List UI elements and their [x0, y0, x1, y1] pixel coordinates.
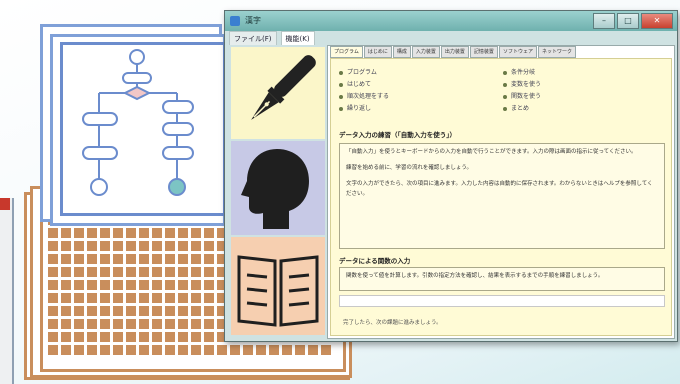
minimize-button[interactable]: – — [593, 13, 615, 29]
menu-function[interactable]: 機能(K) — [280, 31, 315, 45]
tab-structure[interactable]: 構成 — [392, 46, 411, 58]
tab-storage[interactable]: 記憶装置 — [469, 46, 498, 58]
option-item[interactable]: はじめて — [339, 79, 371, 88]
body-text: 文字の入力ができたら、次の項目に進みます。入力した内容は自動的に保存されます。わ… — [346, 181, 653, 197]
option-list: プログラム はじめて 順次処理をする 繰り返し 条件分岐 変数を使う 関数を使う… — [339, 67, 659, 115]
text-box: 関数を使って値を計算します。引数の指定方法を確認し、結果を表示するまでの手順を練… — [339, 267, 665, 291]
book-tile[interactable] — [231, 237, 325, 335]
app-icon — [230, 16, 240, 26]
head-silhouette-icon — [241, 149, 309, 229]
tab-software[interactable]: ソフトウェア — [498, 46, 537, 58]
head-tile[interactable] — [231, 141, 325, 235]
section-heading: データ入力の練習（「自動入力を使う」） — [339, 131, 456, 139]
background-window-edge — [0, 198, 14, 384]
option-item[interactable]: 条件分岐 — [503, 67, 535, 76]
pen-tile[interactable] — [231, 47, 325, 139]
body-text: 関数を使って値を計算します。引数の指定方法を確認し、結果を表示するまでの手順を練… — [346, 273, 604, 279]
content-area: プログラム はじめに 構成 入力装置 出力装置 記憶装置 ソフトウェア ネットワ… — [327, 45, 675, 339]
menu-bar: ファイル(F) 機能(K) — [229, 31, 315, 45]
window-controls: – □ ✕ — [593, 13, 673, 29]
option-item[interactable]: まとめ — [503, 103, 529, 112]
option-item[interactable]: 繰り返し — [339, 103, 371, 112]
body-text: 練習を始める前に、学習の流れを確認しましょう。 — [346, 165, 473, 171]
window-title: 漢字 — [245, 16, 261, 25]
option-item[interactable]: 順次処理をする — [339, 91, 389, 100]
maximize-button[interactable]: □ — [617, 13, 639, 29]
tab-strip: プログラム はじめに 構成 入力装置 出力装置 記憶装置 ソフトウェア ネットワ… — [328, 46, 674, 58]
lesson-panel: プログラム はじめて 順次処理をする 繰り返し 条件分岐 変数を使う 関数を使う… — [330, 58, 672, 336]
option-item[interactable]: 変数を使う — [503, 79, 541, 88]
app-window: 漢字 – □ ✕ ファイル(F) 機能(K) プログラム はじめに 構成 入力装… — [224, 10, 678, 342]
menu-file[interactable]: ファイル(F) — [229, 31, 277, 45]
title-bar[interactable]: 漢字 – □ ✕ — [225, 11, 677, 31]
section-heading: データによる関数の入力 — [339, 257, 411, 265]
option-item[interactable]: 関数を使う — [503, 91, 541, 100]
fountain-pen-icon — [251, 55, 316, 120]
flowchart-page — [60, 42, 226, 216]
answer-input[interactable] — [339, 295, 665, 307]
open-book-icon — [237, 255, 319, 327]
flowchart-icon — [82, 49, 194, 196]
side-panel — [231, 47, 325, 335]
tab-output[interactable]: 出力装置 — [440, 46, 469, 58]
tab-intro[interactable]: はじめに — [363, 46, 392, 58]
text-box: 「自動入力」を使うとキーボードからの入力を自動で行うことができます。入力の際は画… — [339, 143, 665, 249]
tab-network[interactable]: ネットワーク — [537, 46, 576, 58]
tab-program[interactable]: プログラム — [330, 46, 363, 58]
close-button[interactable]: ✕ — [641, 13, 673, 29]
close-icon — [0, 198, 10, 210]
body-text: 「自動入力」を使うとキーボードからの入力を自動で行うことができます。入力の際は画… — [346, 149, 637, 155]
option-item[interactable]: プログラム — [339, 67, 377, 76]
tab-input[interactable]: 入力装置 — [411, 46, 440, 58]
footer-text: 完了したら、次の課題に進みましょう。 — [343, 320, 442, 326]
